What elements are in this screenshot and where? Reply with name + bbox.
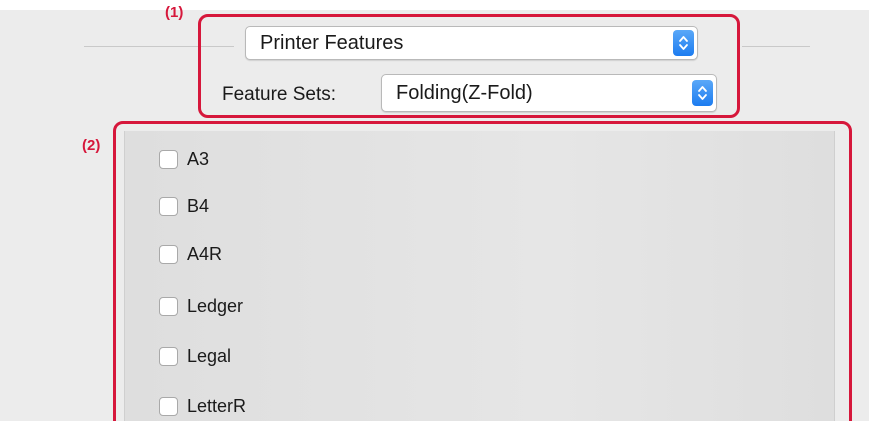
separator-right <box>742 46 810 47</box>
callout-marker-2: (2) <box>82 137 101 154</box>
callout-box-2 <box>113 121 852 421</box>
callout-marker-1: (1) <box>165 4 184 21</box>
callout-box-1 <box>198 14 740 118</box>
